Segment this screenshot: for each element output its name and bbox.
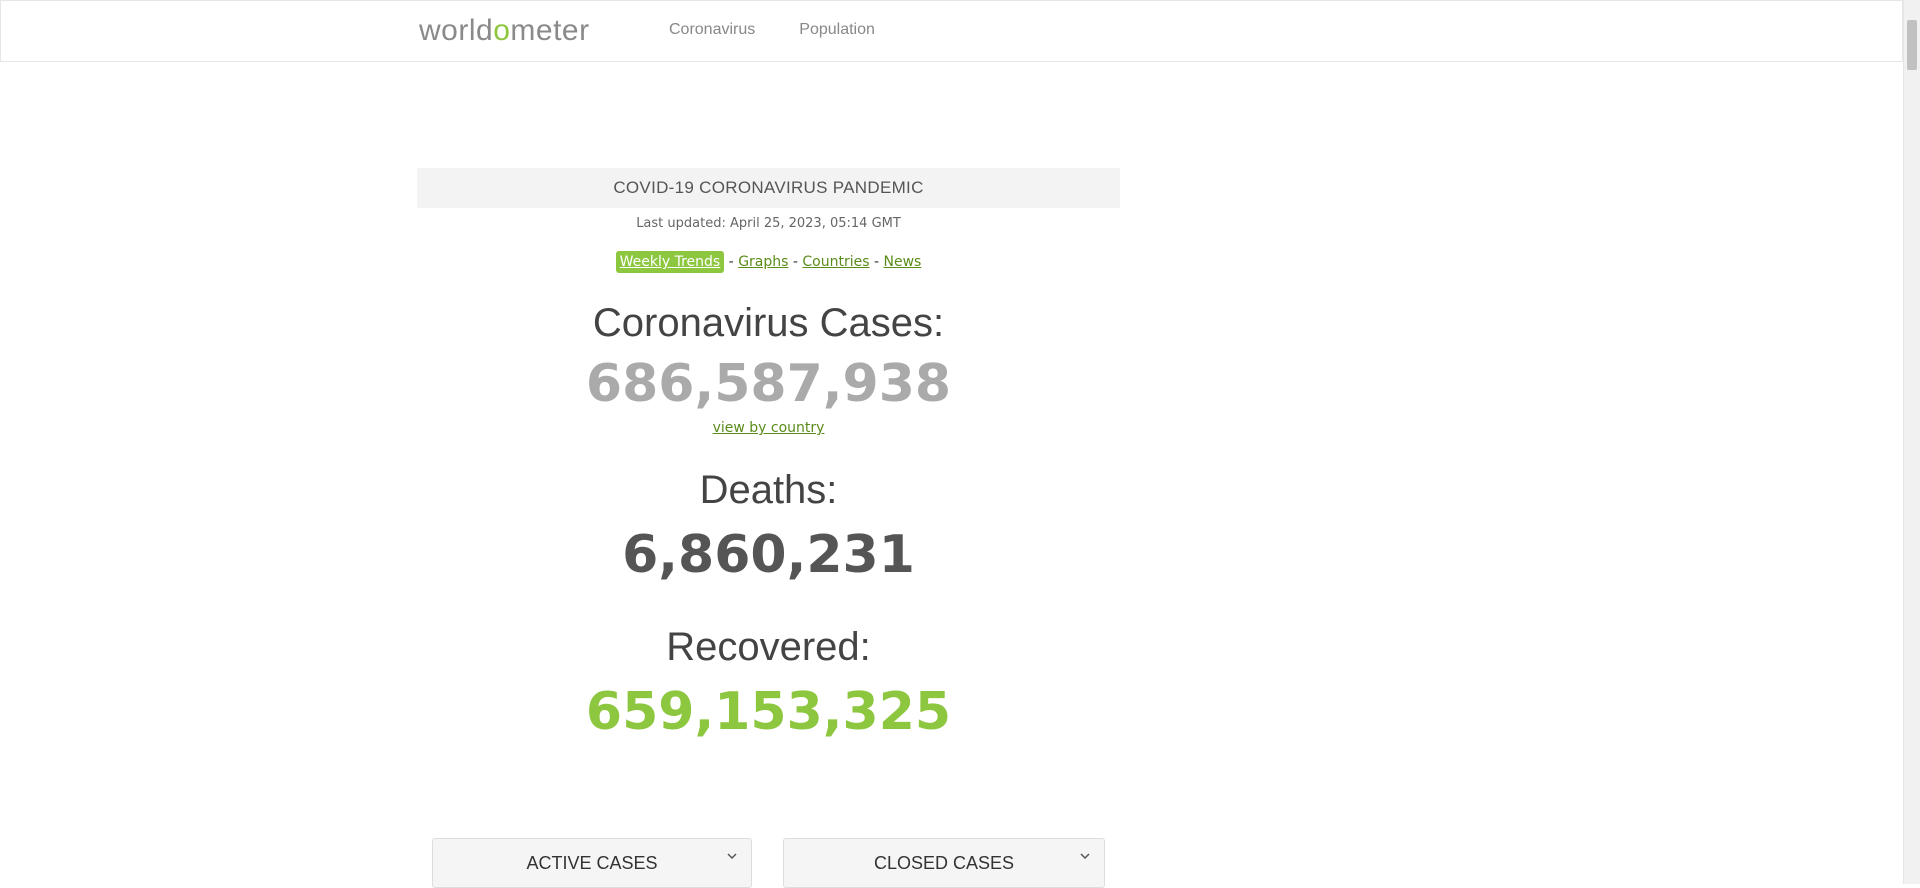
link-separator: - [728, 254, 734, 270]
logo-text-part2: meter [510, 14, 590, 47]
scrollbar-thumb[interactable] [1907, 20, 1917, 70]
page-scrollbar[interactable] [1903, 0, 1920, 884]
logo-text-part1: world [419, 14, 494, 47]
link-separator: - [874, 254, 880, 270]
closed-cases-title: CLOSED CASES [873, 852, 1015, 873]
active-cases-panel[interactable]: ACTIVE CASES [432, 838, 752, 888]
nav-link-population[interactable]: Population [799, 21, 875, 39]
countries-link[interactable]: Countries [802, 254, 869, 270]
logo-accent-letter: o [493, 14, 511, 47]
cases-label: Coronavirus Cases: [592, 301, 945, 345]
quick-links: Weekly Trends - Graphs - Countries - New… [417, 251, 1120, 273]
recovered-stat: Recovered: 659,153,325 [417, 625, 1120, 742]
chevron-down-icon [1080, 853, 1090, 860]
worldometer-logo[interactable]: world o meter [419, 13, 590, 49]
weekly-trends-link[interactable]: Weekly Trends [615, 251, 725, 273]
deaths-stat: Deaths: 6,860,231 [417, 468, 1120, 585]
closed-cases-panel[interactable]: CLOSED CASES [783, 838, 1105, 888]
graphs-link[interactable]: Graphs [738, 254, 788, 270]
nav-link-coronavirus[interactable]: Coronavirus [669, 21, 755, 39]
active-cases-title: ACTIVE CASES [526, 852, 658, 873]
recovered-count: 659,153,325 [585, 682, 952, 742]
page-title: COVID-19 CORONAVIRUS PANDEMIC [417, 168, 1120, 208]
news-link[interactable]: News [884, 254, 922, 270]
main-content: COVID-19 CORONAVIRUS PANDEMIC Last updat… [417, 168, 1120, 742]
cases-count: 686,587,938 [585, 354, 952, 414]
last-updated-text: Last updated: April 25, 2023, 05:14 GMT [636, 216, 901, 231]
recovered-label: Recovered: [666, 625, 871, 669]
cases-stat: Coronavirus Cases: 686,587,938 view by c… [417, 301, 1120, 436]
top-navbar: world o meter Coronavirus Population [0, 0, 1903, 62]
deaths-count: 6,860,231 [622, 525, 915, 585]
deaths-label: Deaths: [699, 468, 838, 512]
chevron-down-icon [727, 853, 737, 860]
link-separator: - [792, 254, 798, 270]
nav-links: Coronavirus Population [669, 21, 875, 39]
view-by-country-link[interactable]: view by country [713, 420, 825, 436]
